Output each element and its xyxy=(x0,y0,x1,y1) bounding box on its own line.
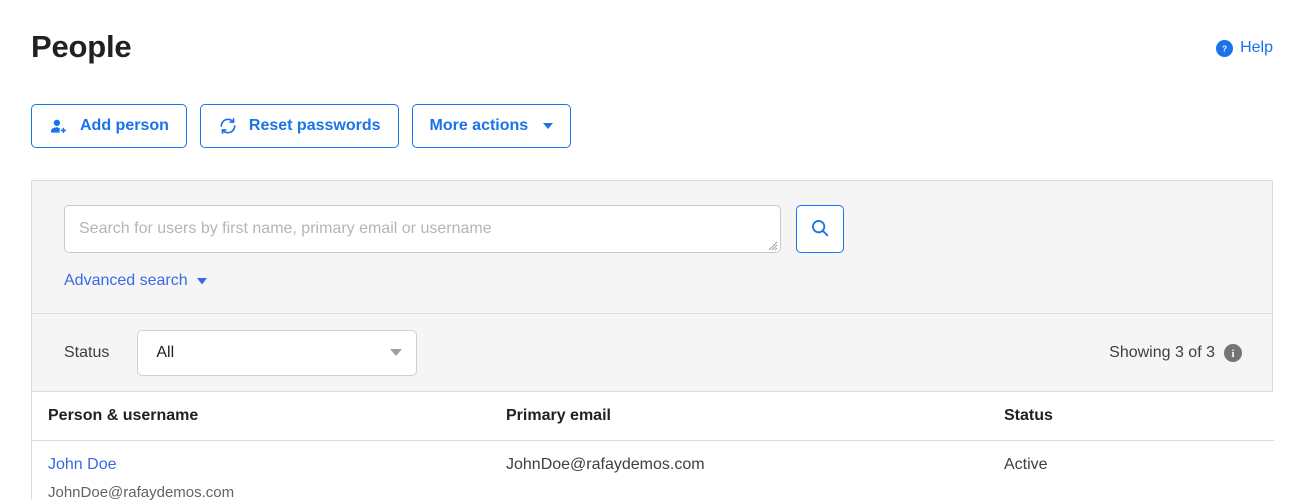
people-panel: Advanced search Status All Showing 3 of … xyxy=(31,180,1274,500)
search-box xyxy=(64,205,781,253)
svg-text:i: i xyxy=(1231,348,1234,359)
page-header: People ? Help xyxy=(0,0,1304,86)
person-name-link[interactable]: John Doe xyxy=(48,455,474,475)
table-row[interactable]: John Doe JohnDoe@rafaydemos.com JohnDoe@… xyxy=(32,440,1274,500)
cell-person: John Doe JohnDoe@rafaydemos.com xyxy=(32,440,490,500)
column-header-status: Status xyxy=(988,392,1274,441)
page-title: People xyxy=(31,29,132,64)
status-filter-label: Status xyxy=(64,343,110,361)
action-bar: Add person Reset passwords More actions xyxy=(31,104,572,148)
filter-section: Status All Showing 3 of 3 i xyxy=(32,314,1272,392)
showing-count: Showing 3 of 3 i xyxy=(1109,343,1242,363)
info-circle-icon[interactable]: i xyxy=(1224,343,1242,362)
advanced-search-label: Advanced search xyxy=(64,272,188,289)
caret-down-icon xyxy=(196,271,207,291)
refresh-sync-icon xyxy=(218,116,238,136)
add-person-button[interactable]: Add person xyxy=(31,104,187,148)
search-row xyxy=(64,205,1272,253)
column-header-person: Person & username xyxy=(32,392,490,441)
people-page: People ? Help Add person Reset passwords… xyxy=(0,0,1304,500)
svg-text:?: ? xyxy=(1222,44,1227,53)
search-icon xyxy=(809,217,831,242)
chevron-down-icon xyxy=(543,123,554,129)
table-head: Person & username Primary email Status xyxy=(32,392,1274,441)
people-table: Person & username Primary email Status J… xyxy=(32,392,1274,500)
chevron-down-icon xyxy=(390,349,403,356)
more-actions-label: More actions xyxy=(429,117,529,134)
person-username: JohnDoe@rafaydemos.com xyxy=(48,484,235,500)
reset-passwords-button[interactable]: Reset passwords xyxy=(199,104,399,148)
help-link[interactable]: ? Help xyxy=(1216,38,1273,58)
column-header-primary-email: Primary email xyxy=(490,392,988,441)
reset-passwords-label: Reset passwords xyxy=(248,117,381,134)
search-section: Advanced search xyxy=(32,181,1272,314)
help-label: Help xyxy=(1240,39,1273,56)
help-circle-icon: ? xyxy=(1216,39,1234,57)
search-input[interactable] xyxy=(64,205,781,253)
cell-status: Active xyxy=(988,440,1274,500)
cell-primary-email: JohnDoe@rafaydemos.com xyxy=(490,440,988,500)
showing-count-label: Showing 3 of 3 xyxy=(1109,343,1215,361)
person-add-icon xyxy=(49,116,69,136)
status-filter-select[interactable]: All xyxy=(137,329,418,376)
table-header-row: Person & username Primary email Status xyxy=(32,392,1274,441)
advanced-search-toggle[interactable]: Advanced search xyxy=(64,271,207,291)
search-submit-button[interactable] xyxy=(796,205,844,253)
more-actions-button[interactable]: More actions xyxy=(411,104,572,148)
add-person-label: Add person xyxy=(80,117,169,134)
table-body: John Doe JohnDoe@rafaydemos.com JohnDoe@… xyxy=(32,440,1274,500)
status-filter-value: All xyxy=(156,343,175,361)
